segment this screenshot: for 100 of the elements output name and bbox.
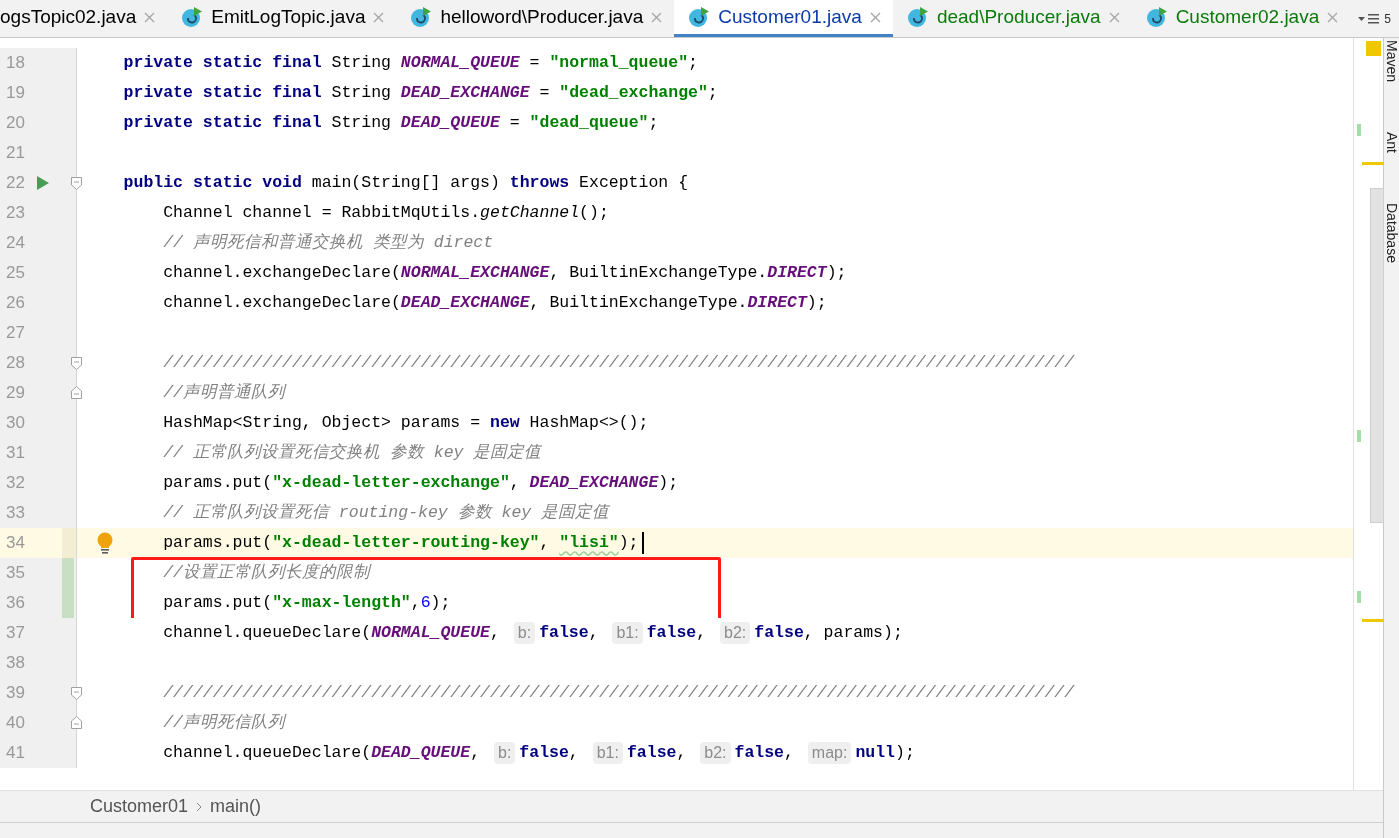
close-icon[interactable] [869,11,881,23]
change-marker [1357,430,1361,442]
code-token: false [519,741,569,764]
code-token: , [410,591,421,614]
code-token: false [754,621,804,644]
change-marker [1357,591,1361,603]
fold-icon[interactable] [71,716,82,729]
breadcrumb[interactable]: main() [210,793,262,820]
code-token: NORMAL_QUEUE [371,621,490,644]
line-number: 31 [0,438,62,468]
line-number: 32 [0,468,62,498]
editor-tab[interactable]: dead\Producer.java [892,0,1132,37]
code-token: ); [430,591,451,614]
code-token: //////////////////////////////////////////////////////////////////////////////////////////// [163,681,1075,704]
code-token: null [855,741,895,764]
fold-icon[interactable] [71,357,82,370]
code-token: HashMap<>(); [529,411,649,434]
class-icon [906,6,929,28]
code-token: Channel channel = RabbitMqUtils. [163,201,481,224]
code-token: "normal_queue" [549,51,689,74]
code-token: , [676,741,688,764]
fold-icon[interactable] [71,386,82,399]
class-icon [1145,6,1168,28]
code-token: DIRECT [767,261,827,284]
code-token: , [490,621,501,644]
parameter-hint: b2: [700,742,731,764]
editor-tab[interactable]: Customer01.java [674,0,893,37]
run-icon[interactable] [37,176,49,190]
code-token: DEAD_EXCHANGE [529,471,659,494]
close-icon[interactable] [1108,11,1120,23]
code-token: HashMap<String, Object> params = [163,411,482,434]
line-number: 33 [0,498,62,528]
code-token: = [509,111,521,134]
code-token: throws [509,171,571,194]
change-marker [1357,124,1361,136]
code-token: , [539,531,551,554]
tab-count: 5 [1384,10,1391,28]
code-token: = [539,81,551,104]
code-token: channel.exchangeDeclare( [163,291,401,314]
code-token: "x-dead-letter-exchange" [272,471,510,494]
line-number: 37 [0,618,62,648]
code-token: // 正常队列设置死信交换机 参数 key 是固定值 [163,441,542,464]
class-icon [410,6,433,28]
line-number: 41 [0,738,62,768]
code-token: private static final [123,81,323,104]
code-token: //////////////////////////////////////////////////////////////////////////////////////////// [163,351,1075,374]
fold-icon[interactable] [71,687,82,700]
code-token: "dead_queue" [529,111,649,134]
code-token: , [470,741,482,764]
line-number: 25 [0,258,62,288]
code-token: ); [658,471,679,494]
class-icon [688,6,711,28]
parameter-hint: b1: [612,622,643,644]
line-number: 30 [0,408,62,438]
code-token: false [646,621,697,644]
tab-list-icon[interactable] [1358,12,1381,25]
code-token: , BuiltinExchangeType. [529,291,748,314]
code-token: channel.exchangeDeclare( [163,261,401,284]
parameter-hint: b1: [592,742,623,764]
editor-tab[interactable]: Customer02.java [1131,0,1351,37]
code-token: false [734,741,784,764]
code-token: ; [707,81,718,104]
close-icon[interactable] [144,11,156,23]
parameter-hint: b: [513,622,536,644]
code-token: ; [688,51,698,74]
line-number: 39 [0,678,62,708]
code-token: Exception { [579,171,689,194]
code-token: = [529,51,541,74]
code-token: private static final [123,51,323,74]
code-token: "x-max-length" [272,591,411,614]
code-token: , [509,471,521,494]
code-token: String [331,51,392,74]
line-number: 36 [0,588,62,618]
code-token: , [784,741,795,764]
tool-window-tab[interactable]: Ant [1384,132,1399,154]
close-icon[interactable] [651,11,663,23]
line-number: 22 [0,168,62,198]
code-token: , [696,621,708,644]
parameter-hint: b2: [720,622,751,644]
line-number: 29 [0,378,62,408]
editor-tab[interactable]: helloword\Producer.java [396,0,675,37]
code-token: DIRECT [747,291,807,314]
breadcrumb[interactable]: Customer01 [90,793,189,820]
tool-window-tab[interactable]: Maven [1384,40,1399,83]
lightbulb-icon[interactable] [96,532,114,554]
close-icon[interactable] [1327,11,1339,23]
editor-tab[interactable]: EmitLogTopic.java [167,0,397,37]
line-number: 28 [0,348,62,378]
fold-icon[interactable] [71,177,82,190]
line-number: 19 [0,78,62,108]
code-token: false [626,741,677,764]
class-icon [181,6,204,28]
code-token: NORMAL_QUEUE [400,51,520,74]
code-token: public static void [123,171,303,194]
line-number: 21 [0,138,62,168]
scrollbar-thumb[interactable] [1370,188,1384,523]
close-icon[interactable] [373,11,385,23]
code-token: new [490,411,521,434]
editor-tab[interactable]: ogsTopic02.java [0,0,168,37]
code-token: main(String[] args) [311,171,501,194]
